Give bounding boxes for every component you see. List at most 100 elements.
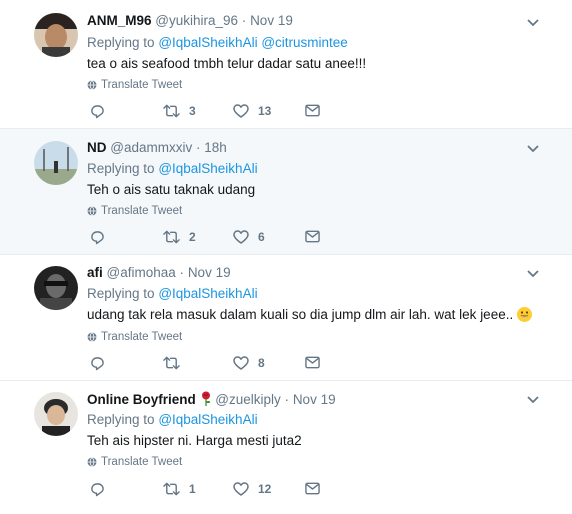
translate-label: Translate Tweet (101, 205, 183, 217)
translate-tweet[interactable]: Translate Tweet (87, 79, 182, 91)
translate-label: Translate Tweet (101, 79, 183, 91)
avatar[interactable] (34, 141, 78, 185)
tweet-header: ND @adammxxiv · 18h (87, 140, 227, 155)
avatar[interactable] (34, 13, 78, 57)
timestamp[interactable]: Nov 19 (188, 265, 231, 280)
replying-to: Replying to @IqbalSheikhAli (87, 412, 258, 427)
separator: · (241, 13, 247, 28)
replying-to-label: Replying to (87, 35, 155, 50)
replying-to-link[interactable]: @IqbalSheikhAli (158, 286, 257, 301)
direct-message-button[interactable] (305, 104, 320, 117)
translate-label: Translate Tweet (101, 331, 183, 343)
chevron-down-icon[interactable] (526, 269, 540, 279)
like-count: 12 (258, 482, 272, 496)
tweet-header: ANM_M96 @yukihira_96 · Nov 19 (87, 13, 293, 28)
direct-message-button[interactable] (305, 356, 320, 369)
direct-message-button[interactable] (305, 230, 320, 243)
tweet-text: tea o ais seafood tmbh telur dadar satu … (87, 56, 367, 71)
tweet-3[interactable]: afi @afimohaa · Nov 19 Replying to @Iqba… (0, 255, 572, 381)
like-button[interactable]: 12 (233, 482, 271, 496)
display-name[interactable]: ND (87, 140, 107, 155)
avatar[interactable] (34, 392, 78, 436)
globe-icon (87, 457, 97, 467)
reply-icon (91, 357, 104, 371)
separator: · (284, 392, 290, 407)
reply-icon (91, 105, 104, 119)
like-button[interactable]: 13 (233, 104, 271, 118)
like-icon (233, 104, 249, 118)
display-name[interactable]: Online Boyfriend (87, 392, 196, 407)
timestamp[interactable]: 18h (204, 140, 227, 155)
avatar[interactable] (34, 266, 78, 310)
tweet-actions: 3 13 (90, 104, 330, 122)
retweet-icon (163, 230, 180, 244)
reply-icon (91, 231, 104, 245)
reply-button[interactable] (90, 230, 105, 245)
like-count: 13 (258, 104, 272, 118)
translate-label: Translate Tweet (101, 456, 183, 468)
tweet-text: Teh ais hipster ni. Harga mesti juta2 (87, 433, 302, 448)
tweet-4[interactable]: Online Boyfriend @zuelkiply · Nov 19 Rep… (0, 381, 572, 514)
retweet-button[interactable]: 2 (163, 230, 196, 244)
like-button[interactable]: 6 (233, 230, 265, 244)
translate-tweet[interactable]: Translate Tweet (87, 205, 182, 217)
translate-tweet[interactable]: Translate Tweet (87, 456, 182, 468)
chevron-down-icon[interactable] (526, 144, 540, 154)
retweet-button[interactable]: 3 (163, 104, 196, 118)
globe-icon (87, 206, 97, 216)
grinning-emoji-icon (517, 307, 533, 322)
retweet-icon (163, 104, 180, 118)
timestamp[interactable]: Nov 19 (293, 392, 336, 407)
replying-to-link[interactable]: @IqbalSheikhAli (158, 412, 257, 427)
tweet-actions: 2 6 (90, 230, 330, 248)
replying-to-label: Replying to (87, 412, 155, 427)
direct-message-button[interactable] (305, 482, 320, 495)
retweet-count: 3 (189, 104, 196, 118)
retweet-button[interactable] (163, 356, 189, 370)
user-handle[interactable]: @yukihira_96 (155, 13, 238, 28)
dm-icon (305, 482, 320, 495)
separator: · (179, 265, 185, 280)
reply-button[interactable] (90, 104, 105, 119)
like-icon (233, 482, 249, 496)
reply-button[interactable] (90, 356, 105, 371)
separator: · (196, 140, 201, 155)
dm-icon (305, 356, 320, 369)
tweet-text: Teh o ais satu taknak udang (87, 182, 256, 197)
like-count: 6 (258, 230, 265, 244)
dm-icon (305, 104, 320, 117)
rose-emoji-icon (201, 391, 210, 406)
tweet-actions: 1 12 (90, 482, 330, 500)
tweet-2[interactable]: ND @adammxxiv · 18h Replying to @IqbalSh… (0, 129, 572, 255)
user-handle[interactable]: @afimohaa (107, 265, 176, 280)
like-button[interactable]: 8 (233, 356, 265, 370)
replying-to: Replying to @IqbalSheikhAli (87, 161, 258, 176)
retweet-count: 1 (189, 482, 196, 496)
tweet-1[interactable]: ANM_M96 @yukihira_96 · Nov 19 Replying t… (0, 0, 572, 129)
replying-to-label: Replying to (87, 286, 155, 301)
reply-icon (91, 483, 104, 497)
replying-to: Replying to @IqbalSheikhAli (87, 286, 258, 301)
translate-tweet[interactable]: Translate Tweet (87, 331, 182, 343)
display-name[interactable]: ANM_M96 (87, 13, 152, 28)
like-count: 8 (258, 356, 265, 370)
user-handle[interactable]: @adammxxiv (110, 140, 192, 155)
display-name[interactable]: afi (87, 265, 103, 280)
reply-button[interactable] (90, 482, 105, 497)
replying-to-label: Replying to (87, 161, 155, 176)
tweet-actions: 8 (90, 356, 330, 374)
dm-icon (305, 230, 320, 243)
retweet-count: 2 (189, 230, 196, 244)
timestamp[interactable]: Nov 19 (250, 13, 293, 28)
user-handle[interactable]: @zuelkiply (215, 392, 280, 407)
like-icon (233, 356, 249, 370)
replying-to-link[interactable]: @IqbalSheikhAli @citrusmintee (158, 35, 348, 50)
replying-to-link[interactable]: @IqbalSheikhAli (158, 161, 257, 176)
retweet-button[interactable]: 1 (163, 482, 196, 496)
tweet-header: afi @afimohaa · Nov 19 (87, 265, 231, 280)
retweet-icon (163, 356, 180, 370)
chevron-down-icon[interactable] (526, 18, 540, 28)
chevron-down-icon[interactable] (526, 395, 540, 405)
replying-to: Replying to @IqbalSheikhAli @citrusminte… (87, 35, 348, 50)
globe-icon (87, 80, 97, 90)
